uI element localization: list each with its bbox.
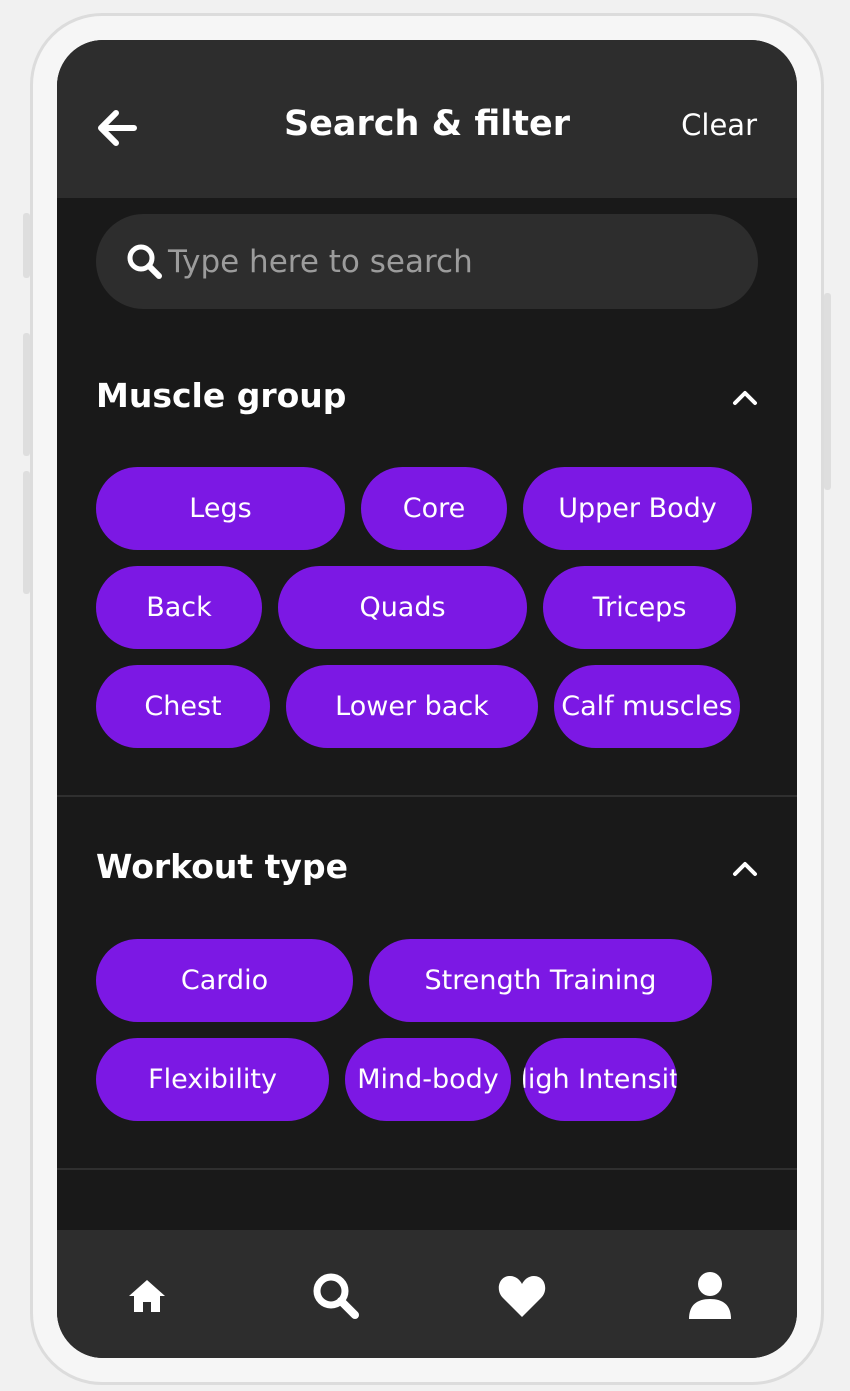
- app-screen: Search & filter Clear Type here to searc…: [57, 40, 797, 1358]
- nav-home[interactable]: [117, 1266, 177, 1326]
- chip-triceps[interactable]: Triceps: [543, 566, 736, 649]
- chip-cardio[interactable]: Cardio: [96, 939, 353, 1022]
- side-button: [23, 213, 30, 278]
- bottom-nav: [57, 1230, 797, 1358]
- section-divider: [57, 1168, 797, 1170]
- chevron-up-icon[interactable]: [731, 859, 759, 877]
- chip-core[interactable]: Core: [361, 467, 507, 550]
- heart-icon: [498, 1276, 546, 1317]
- nav-search[interactable]: [306, 1266, 366, 1326]
- search-placeholder: Type here to search: [168, 243, 473, 280]
- side-button: [23, 471, 30, 594]
- clear-button[interactable]: Clear: [681, 108, 757, 142]
- chip-legs[interactable]: Legs: [96, 467, 345, 550]
- chip-upper-body[interactable]: Upper Body: [523, 467, 752, 550]
- chip-high-intensity[interactable]: ligh Intensit: [523, 1038, 677, 1121]
- chip-back[interactable]: Back: [96, 566, 262, 649]
- nav-profile[interactable]: [680, 1266, 740, 1326]
- chip-calf-muscles[interactable]: Calf muscles: [554, 665, 740, 748]
- search-icon: [127, 244, 162, 279]
- search-input[interactable]: Type here to search: [96, 214, 758, 309]
- section-divider: [57, 795, 797, 797]
- side-button: [824, 293, 831, 490]
- user-icon: [689, 1272, 731, 1319]
- section-title-muscle-group: Muscle group: [96, 376, 347, 415]
- section-title-workout-type: Workout type: [96, 847, 348, 886]
- search-icon: [313, 1273, 359, 1319]
- chip-lower-back[interactable]: Lower back: [286, 665, 538, 748]
- chip-quads[interactable]: Quads: [278, 566, 527, 649]
- home-icon: [129, 1280, 165, 1312]
- nav-favorites[interactable]: [492, 1266, 552, 1326]
- chip-mind-body[interactable]: Mind-body: [345, 1038, 511, 1121]
- chevron-up-icon[interactable]: [731, 388, 759, 406]
- chip-strength-training[interactable]: Strength Training: [369, 939, 712, 1022]
- chip-chest[interactable]: Chest: [96, 665, 270, 748]
- header-bar: Search & filter Clear: [57, 40, 797, 198]
- side-button: [23, 333, 30, 456]
- chip-flexibility[interactable]: Flexibility: [96, 1038, 329, 1121]
